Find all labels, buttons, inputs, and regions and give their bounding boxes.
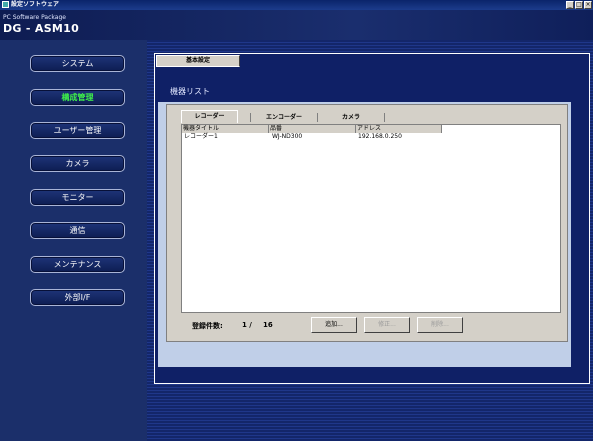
device-list-title: 機器リスト	[170, 87, 210, 96]
registered-count: 1 /	[242, 321, 252, 329]
window-controls: _ □ ×	[566, 1, 592, 9]
row-address[interactable]: 192.168.0.250	[358, 133, 402, 141]
window-title: 設定ソフトウェア	[11, 1, 60, 8]
tab-camera[interactable]: カメラ	[318, 112, 384, 123]
tab-recorder[interactable]: レコーダー	[181, 110, 238, 123]
delete-button[interactable]: 削除...	[417, 317, 463, 333]
app-header: PC Software Package DG - ASM10	[0, 10, 593, 40]
product-subtitle: PC Software Package	[3, 14, 66, 21]
column-header-device-title[interactable]: 機器タイトル	[182, 125, 269, 133]
sidebar-item-system[interactable]: システム	[30, 55, 125, 72]
sidebar-item-communication[interactable]: 通信	[30, 222, 125, 239]
row-device-title[interactable]: レコーダー1	[184, 133, 218, 141]
device-listbox[interactable]	[181, 124, 561, 313]
maximize-button[interactable]: □	[575, 1, 583, 9]
add-button[interactable]: 追加...	[311, 317, 357, 333]
sidebar-item-camera[interactable]: カメラ	[30, 155, 125, 172]
title-bar: 設定ソフトウェア _ □ ×	[0, 0, 593, 10]
sidebar-item-external-if[interactable]: 外部I/F	[30, 289, 125, 306]
close-button[interactable]: ×	[584, 1, 592, 9]
sidebar-item-configuration[interactable]: 構成管理	[30, 89, 125, 106]
sidebar-item-user-management[interactable]: ユーザー管理	[30, 122, 125, 139]
sidebar-item-maintenance[interactable]: メンテナンス	[30, 256, 125, 273]
tab-encoder[interactable]: エンコーダー	[251, 112, 317, 123]
row-model[interactable]: WJ-ND300	[272, 133, 302, 141]
minimize-button[interactable]: _	[566, 1, 574, 9]
column-header-address[interactable]: アドレス	[356, 125, 442, 133]
product-title: DG - ASM10	[3, 22, 80, 35]
tab-separator	[384, 113, 385, 122]
sidebar-item-monitor[interactable]: モニター	[30, 189, 125, 206]
registered-count-label: 登録件数:	[192, 322, 223, 330]
registered-count-total: 16	[263, 321, 273, 329]
app-icon	[2, 1, 9, 8]
tab-basic-settings[interactable]: 基本設定	[156, 55, 240, 67]
content-header	[158, 80, 571, 102]
column-header-model[interactable]: 品番	[269, 125, 356, 133]
edit-button[interactable]: 修正...	[364, 317, 410, 333]
